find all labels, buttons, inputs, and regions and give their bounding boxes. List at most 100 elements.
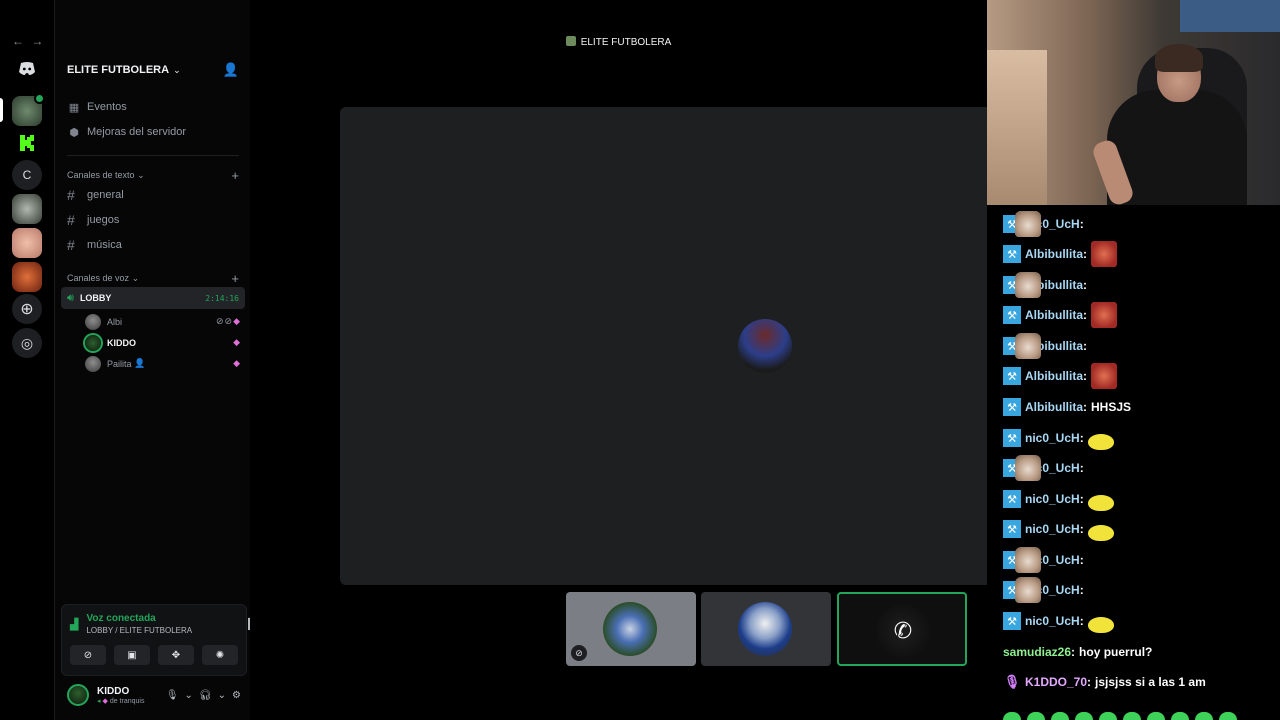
add-server-icon[interactable]: ⊕ <box>12 294 42 324</box>
back-arrow-icon[interactable]: ← <box>12 34 26 48</box>
moderator-badge-icon: ⚒ <box>1003 367 1021 385</box>
voice-user-name: KIDDO <box>107 337 136 348</box>
camera-off-icon: ⊘ <box>83 649 93 661</box>
nitro-icon: ◆ <box>233 337 241 347</box>
chat-separator: : <box>1083 339 1087 353</box>
headphones-icon[interactable]: 🎧︎ <box>199 690 212 701</box>
user-name: KIDDO <box>97 685 130 697</box>
microphone-badge-icon: 🎙︎ <box>1003 674 1021 689</box>
discord-home-icon[interactable] <box>12 54 42 84</box>
calendar-icon: ▦ <box>68 101 80 114</box>
participant-tile-speaking[interactable]: ✆ <box>837 592 967 666</box>
chat-separator: : <box>1079 553 1084 567</box>
cat-emote-icon <box>1015 455 1041 481</box>
server-icon-kick[interactable] <box>12 128 42 158</box>
chat-separator: : <box>1083 308 1087 322</box>
screen-share-button[interactable]: ▣ <box>114 645 150 665</box>
chat-username[interactable]: nic0_UcH <box>1025 614 1080 628</box>
phone-icon: ✆ <box>876 604 930 658</box>
server-icon-c[interactable]: C <box>12 160 42 190</box>
channel-musica[interactable]: # música <box>63 234 243 256</box>
user-controls: 🎙︎ ⌄ 🎧︎ ⌄ ⚙ <box>166 690 241 701</box>
chat-username[interactable]: nic0_UcH <box>1025 431 1080 445</box>
nitro-icon: ◆ <box>233 316 241 326</box>
user-info[interactable]: KIDDO ◂ ◆ de tranquis <box>97 686 144 705</box>
chat-username[interactable]: Albibullita <box>1025 247 1083 261</box>
emote-icon <box>1027 712 1045 720</box>
voice-user-status-icons: ⊘⊘◆ <box>216 316 241 327</box>
focused-participant-stage[interactable] <box>340 107 987 585</box>
chat-message: ⚒ Albibullita: <box>1003 272 1091 298</box>
nitro-icon: ◆ <box>233 358 241 368</box>
avatar[interactable] <box>67 684 89 706</box>
chat-username[interactable]: Albibullita <box>1025 400 1083 414</box>
discover-compass-icon[interactable]: ◎ <box>12 328 42 358</box>
emote-icon <box>1075 712 1093 720</box>
category-text-channels[interactable]: Canales de texto ⌄ + <box>67 168 239 183</box>
signal-icon[interactable]: ▟ <box>70 618 78 631</box>
voice-channel-label: LOBBY <box>79 293 112 303</box>
voice-user-albi[interactable]: Albi ⊘⊘◆ <box>85 312 241 331</box>
participant-tile[interactable]: ⊘ <box>566 592 696 666</box>
chat-username[interactable]: samudiaz26 <box>1003 645 1071 659</box>
moderator-badge-icon: ⚒ <box>1003 398 1021 416</box>
nav-server-boosts[interactable]: ⬢ Mejoras del servidor <box>67 121 186 143</box>
duck-emote-icon <box>1087 525 1114 541</box>
voice-connected-title[interactable]: Voz conectada <box>86 613 192 624</box>
member-icon: 👤 <box>134 358 146 368</box>
nav-label: Mejoras del servidor <box>87 126 187 138</box>
chat-separator: : <box>1071 645 1076 659</box>
server-icon-elite-futbolera[interactable] <box>12 93 45 126</box>
avatar <box>85 355 101 372</box>
nav-events[interactable]: ▦ Eventos <box>67 96 127 118</box>
server-icon-5[interactable] <box>12 228 42 258</box>
voice-user-kiddo[interactable]: KIDDO ◆ <box>85 333 241 352</box>
chevron-down-icon[interactable]: ⌄ <box>218 690 226 701</box>
server-icon-4[interactable] <box>12 194 42 224</box>
voice-call-area: ELITE FUTBOLERA ⊘ ✆ <box>250 0 987 720</box>
voice-user-pailita[interactable]: Pailita 👤 ◆ <box>85 354 241 373</box>
chat-username[interactable]: nic0_UcH <box>1025 492 1080 506</box>
channel-juegos[interactable]: # juegos <box>63 209 243 231</box>
add-member-icon[interactable]: 👤 <box>223 62 239 78</box>
chat-username[interactable]: nic0_UcH <box>1025 522 1080 536</box>
server-rail: ← → C ⊕ ◎ <box>0 0 54 720</box>
activities-button[interactable]: ✥ <box>158 645 194 665</box>
channel-label: música <box>87 239 122 251</box>
forward-arrow-icon[interactable]: → <box>31 34 45 48</box>
server-icon-6[interactable] <box>12 262 42 292</box>
chat-username[interactable]: K1DDO_70 <box>1025 675 1087 689</box>
nav-label: Eventos <box>87 101 127 113</box>
emote-icon <box>1099 712 1117 720</box>
gear-icon[interactable]: ⚙ <box>232 690 241 701</box>
channel-general[interactable]: # general <box>63 184 243 206</box>
soundboard-icon: ✺ <box>215 649 225 661</box>
add-channel-icon[interactable]: + <box>231 168 239 183</box>
chat-separator: : <box>1079 461 1084 475</box>
emote-icon <box>1003 712 1021 720</box>
server-header[interactable]: ELITE FUTBOLERA ⌄ 👤 <box>55 54 251 86</box>
chevron-down-icon: ⌄ <box>131 272 140 283</box>
chat-message: ⚒ Albibullita: <box>1003 302 1120 328</box>
chat-username[interactable]: Albibullita <box>1025 369 1083 383</box>
user-status: ◂ ◆ de tranquis <box>97 697 144 705</box>
chat-message: 🎙︎ K1DDO_70: jsjsjss si a las 1 am <box>1003 669 1206 695</box>
chat-message: ⚒ nic0_UcH: <box>1003 486 1117 512</box>
server-name: ELITE FUTBOLERA <box>67 64 170 76</box>
chat-message: ⚒ Albibullita: <box>1003 333 1091 359</box>
activities-icon: ✥ <box>171 649 181 661</box>
chevron-down-icon[interactable]: ⌄ <box>185 690 193 701</box>
microphone-icon[interactable]: 🎙︎ <box>166 690 179 701</box>
avatar <box>603 602 657 656</box>
voice-connected-subtitle[interactable]: LOBBY / ELITE FUTBOLERA <box>86 626 192 635</box>
voice-channel-lobby[interactable]: 🔊︎ LOBBY 2:14:16 <box>61 287 245 309</box>
moderator-badge-icon: ⚒ <box>1003 520 1021 538</box>
live-badge-icon <box>34 93 45 104</box>
category-voice-channels[interactable]: Canales de voz ⌄ + <box>67 271 239 286</box>
participant-tile[interactable] <box>701 592 831 666</box>
chat-username[interactable]: Albibullita <box>1025 308 1083 322</box>
chevron-down-icon: ⌄ <box>173 64 181 75</box>
camera-off-button[interactable]: ⊘ <box>70 645 106 665</box>
soundboard-button[interactable]: ✺ <box>202 645 238 665</box>
add-channel-icon[interactable]: + <box>231 271 239 286</box>
